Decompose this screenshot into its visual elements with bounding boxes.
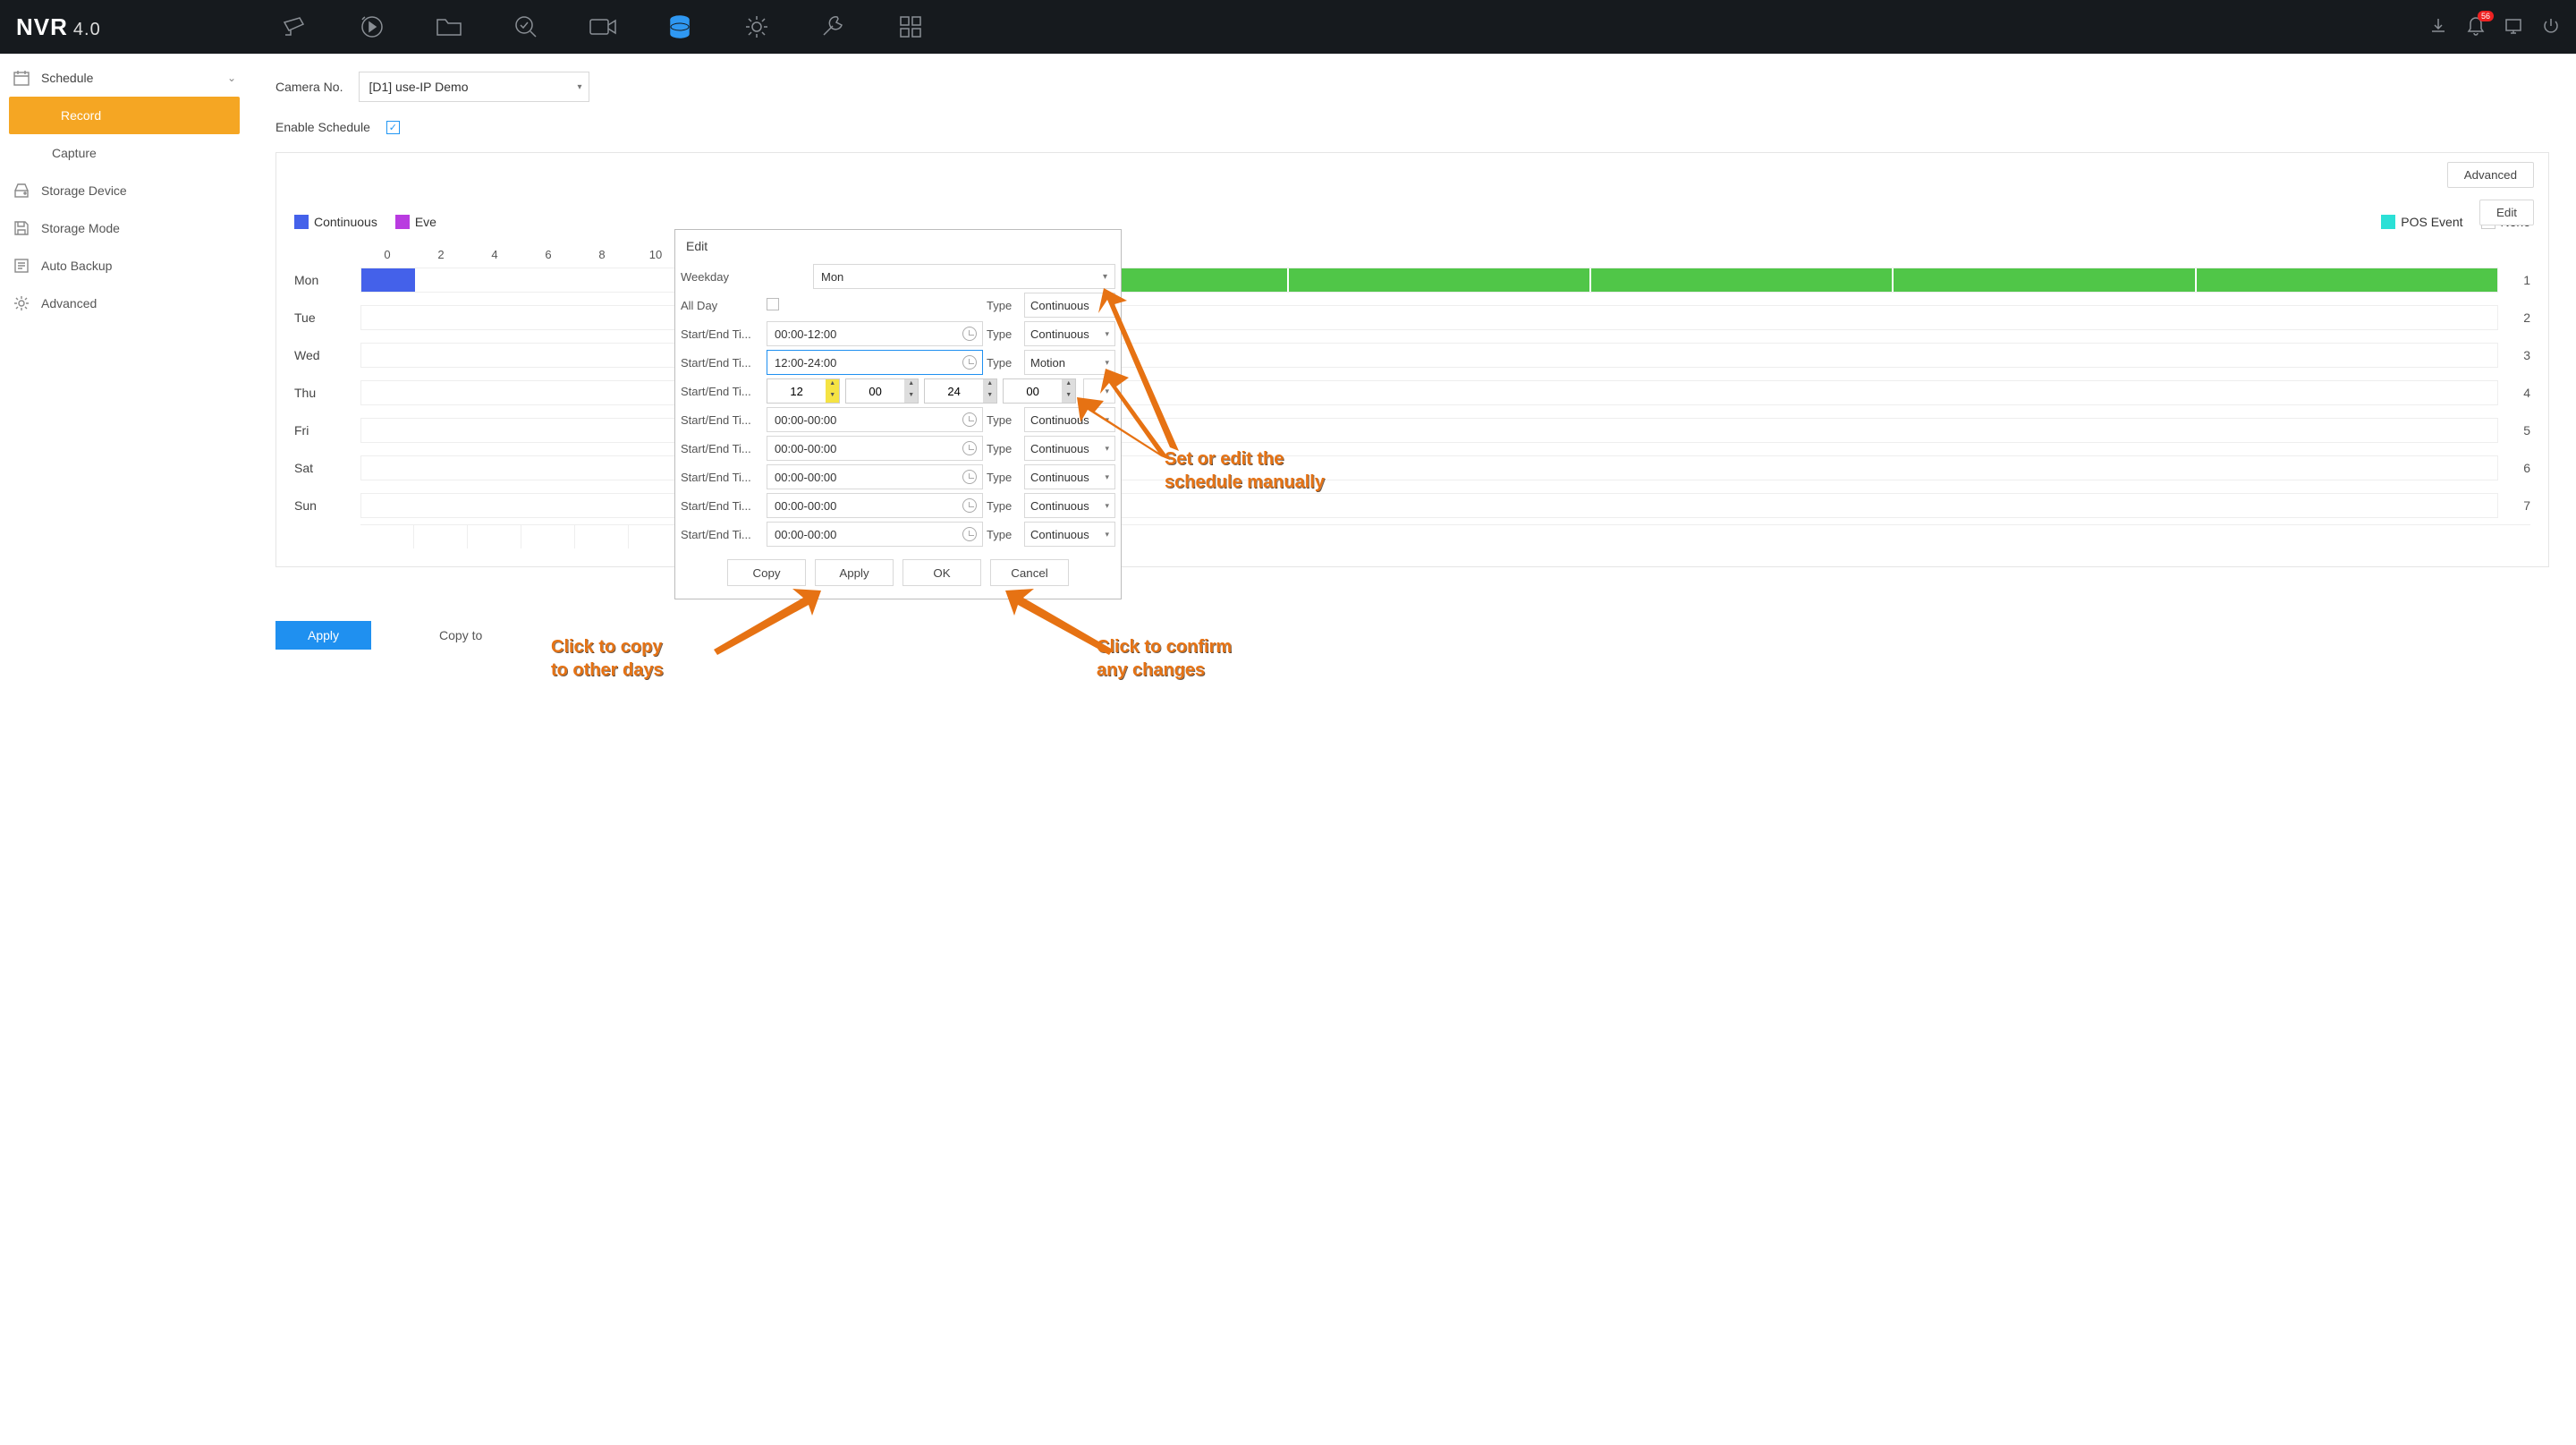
- folder-icon[interactable]: [434, 12, 464, 42]
- sidebar-item-storage-device[interactable]: Storage Device: [0, 172, 249, 209]
- app-logo: NVR 4.0: [16, 13, 101, 41]
- time-input-2[interactable]: 12:00-24:00: [767, 350, 983, 375]
- day-row-thu[interactable]: Thu4: [294, 374, 2530, 412]
- startend-label: Start/End Ti...: [681, 327, 763, 341]
- day-row-fri[interactable]: Fri5: [294, 412, 2530, 449]
- time-input-7[interactable]: 00:00-00:00: [767, 493, 983, 518]
- legend: Continuous Eve POS Event None: [294, 207, 2530, 237]
- playback-icon[interactable]: [357, 12, 387, 42]
- weekday-select[interactable]: Mon: [813, 264, 1115, 289]
- sidebar-item-advanced[interactable]: Advanced: [0, 285, 249, 322]
- power-icon[interactable]: [2542, 17, 2560, 38]
- hour1-spinner[interactable]: ▲▼: [767, 378, 840, 404]
- hour2-spinner[interactable]: ▲▼: [924, 378, 997, 404]
- modal-title: Edit: [675, 230, 1121, 262]
- day-row-tue[interactable]: Tue2: [294, 299, 2530, 336]
- day-row-mon[interactable]: Mon 1: [294, 261, 2530, 299]
- alarm-icon[interactable]: [2467, 16, 2485, 38]
- arrow-icon: [996, 587, 1122, 661]
- min1-spinner[interactable]: ▲▼: [845, 378, 919, 404]
- apps-icon[interactable]: [895, 12, 926, 42]
- maintenance-icon[interactable]: [818, 12, 849, 42]
- day-row-sat[interactable]: Sat6: [294, 449, 2530, 487]
- clock-icon: [962, 355, 977, 370]
- arrow-icon: [705, 587, 830, 661]
- clock-icon: [962, 327, 977, 341]
- header-nav: [280, 12, 926, 42]
- camera-select[interactable]: [D1] use-IP Demo: [359, 72, 589, 102]
- sidebar: Schedule ⌄ Record Capture Storage Device…: [0, 54, 249, 1445]
- time-input-1[interactable]: 00:00-12:00: [767, 321, 983, 346]
- logo-text: NVR: [16, 13, 68, 41]
- enable-schedule-label: Enable Schedule: [275, 120, 370, 134]
- weekday-label: Weekday: [681, 270, 763, 284]
- header-right: [2429, 16, 2560, 38]
- camera-icon[interactable]: [280, 12, 310, 42]
- time-input-5[interactable]: 00:00-00:00: [767, 436, 983, 461]
- download-icon[interactable]: [2429, 17, 2447, 38]
- modal-ok-button[interactable]: OK: [902, 559, 981, 586]
- logo-version: 4.0: [73, 20, 101, 40]
- monitor-icon[interactable]: [2504, 17, 2522, 38]
- allday-label: All Day: [681, 299, 763, 312]
- modal-copy-button[interactable]: Copy: [727, 559, 806, 586]
- arrow-icon: [1072, 394, 1197, 486]
- modal-cancel-button[interactable]: Cancel: [990, 559, 1069, 586]
- schedule-panel: Advanced Edit Continuous Eve POS Event N…: [275, 152, 2549, 567]
- time-input-4[interactable]: 00:00-00:00: [767, 407, 983, 432]
- app-header: NVR 4.0: [0, 0, 2576, 54]
- min2-spinner[interactable]: ▲▼: [1003, 378, 1076, 404]
- legend-event[interactable]: Eve: [395, 215, 436, 229]
- time-input-8[interactable]: 00:00-00:00: [767, 522, 983, 547]
- sidebar-item-storage-mode[interactable]: Storage Mode: [0, 209, 249, 247]
- edit-button[interactable]: Edit: [2479, 200, 2534, 225]
- time-spinner-row: ▲▼ ▲▼ ▲▼ ▲▼: [767, 378, 1076, 404]
- sidebar-item-auto-backup[interactable]: Auto Backup: [0, 247, 249, 285]
- advanced-button[interactable]: Advanced: [2447, 162, 2534, 188]
- save-icon: [13, 219, 30, 237]
- sidebar-group-schedule[interactable]: Schedule ⌄: [0, 59, 249, 97]
- time-input-6[interactable]: 00:00-00:00: [767, 464, 983, 489]
- enable-schedule-checkbox[interactable]: ✓: [386, 121, 400, 134]
- storage-icon[interactable]: [665, 12, 695, 42]
- record-icon[interactable]: [588, 12, 618, 42]
- content-area: Camera No. [D1] use-IP Demo Enable Sched…: [249, 54, 2576, 1445]
- legend-continuous[interactable]: Continuous: [294, 215, 377, 229]
- schedule-grid: 0 2 4 6 8 10 12 14 16 18 20 22 24 Mon: [294, 248, 2530, 548]
- type-select-7[interactable]: Continuous: [1024, 493, 1115, 518]
- copyto-button[interactable]: Copy to: [407, 621, 514, 650]
- sidebar-item-record[interactable]: Record: [9, 97, 240, 134]
- sidebar-item-capture[interactable]: Capture: [0, 134, 249, 172]
- edit-modal: Edit Weekday Mon All Day Type Continuous…: [674, 229, 1122, 599]
- type-select-8[interactable]: Continuous: [1024, 522, 1115, 547]
- calendar-icon: [13, 69, 30, 87]
- hdd-icon: [13, 182, 30, 200]
- sidebar-group-label: Schedule: [41, 71, 93, 85]
- allday-checkbox[interactable]: [767, 298, 779, 310]
- legend-pos[interactable]: POS Event: [2381, 215, 2462, 229]
- apply-button[interactable]: Apply: [275, 621, 371, 650]
- backup-icon: [13, 257, 30, 275]
- day-row-sun[interactable]: Sun7: [294, 487, 2530, 524]
- chevron-down-icon: ⌄: [227, 72, 236, 84]
- gear-icon: [13, 294, 30, 312]
- camera-no-label: Camera No.: [275, 80, 343, 94]
- day-row-wed[interactable]: Wed3: [294, 336, 2530, 374]
- search-icon[interactable]: [511, 12, 541, 42]
- modal-apply-button[interactable]: Apply: [815, 559, 894, 586]
- settings-icon[interactable]: [741, 12, 772, 42]
- annotation-copy: Click to copy to other days: [551, 635, 664, 682]
